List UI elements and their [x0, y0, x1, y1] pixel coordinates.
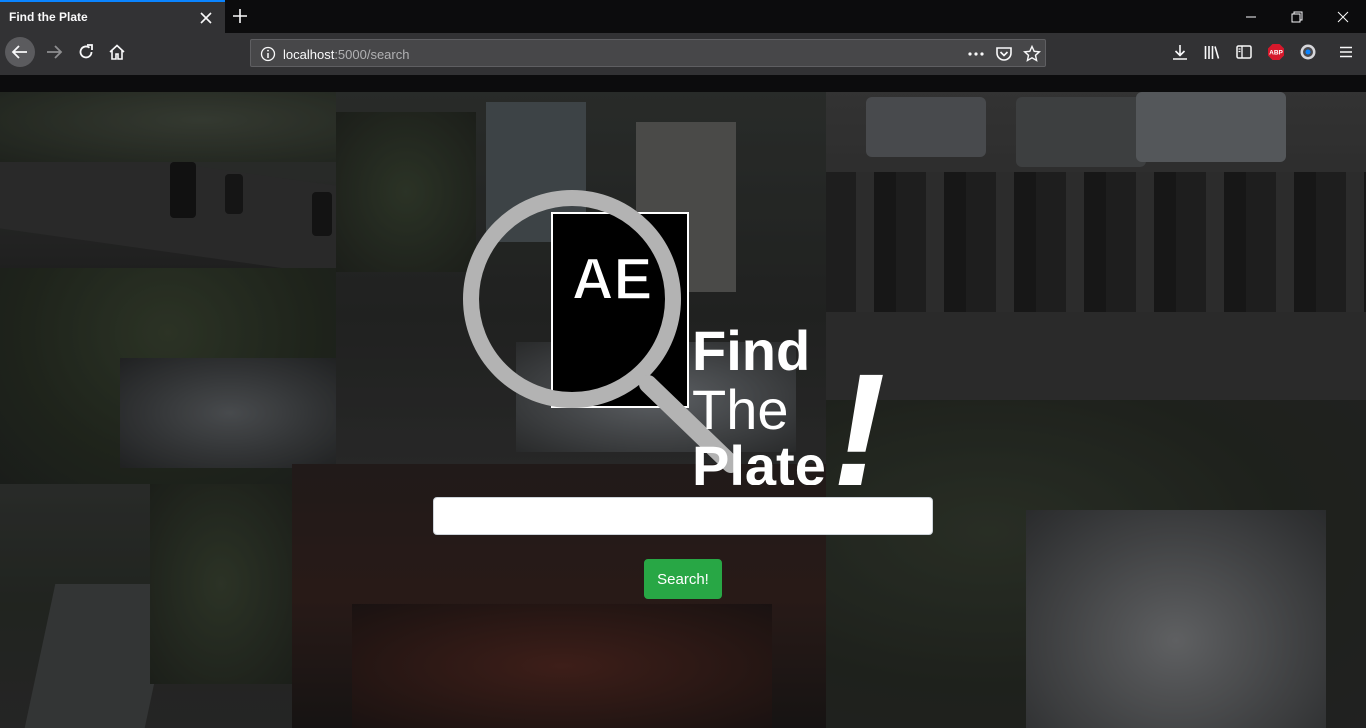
logo-word-plate: Plate — [692, 434, 826, 485]
sidebar-icon[interactable] — [1234, 42, 1254, 62]
tab-title: Find the Plate — [9, 10, 88, 24]
url-text[interactable]: localhost:5000/search — [283, 47, 409, 62]
logo-word-find: Find — [692, 319, 810, 382]
close-window-icon[interactable] — [1320, 0, 1366, 33]
downloads-icon[interactable] — [1170, 42, 1190, 62]
forward-arrow-icon[interactable] — [40, 38, 68, 66]
search-button[interactable]: Search! — [644, 559, 722, 599]
library-icon[interactable] — [1202, 42, 1222, 62]
minimize-icon[interactable] — [1228, 0, 1274, 33]
plate-text: AE — [572, 247, 653, 312]
page-content: AE Find The Plate ! Search! — [0, 92, 1366, 728]
active-tab[interactable]: Find the Plate — [0, 0, 225, 33]
home-icon[interactable] — [103, 38, 131, 66]
reload-icon[interactable] — [72, 38, 100, 66]
search-input[interactable] — [433, 497, 933, 535]
adblock-badge-text: ABP — [1269, 50, 1283, 57]
pocket-icon[interactable] — [995, 45, 1013, 63]
url-host: localhost — [283, 47, 335, 62]
bookmark-star-icon[interactable] — [1023, 45, 1041, 63]
tab-close-icon[interactable] — [198, 10, 214, 26]
new-tab-plus-icon[interactable] — [230, 6, 250, 26]
back-arrow-icon[interactable] — [5, 37, 35, 67]
restore-icon[interactable] — [1274, 0, 1320, 33]
tab-strip: Find the Plate — [0, 0, 1366, 33]
account-icon[interactable] — [1298, 42, 1318, 62]
site-info-icon[interactable] — [259, 45, 277, 63]
find-the-plate-logo: AE Find The Plate ! — [463, 190, 886, 485]
logo-word-the: The — [692, 378, 789, 441]
adblock-icon[interactable]: ABP — [1266, 42, 1286, 62]
nav-toolbar: localhost:5000/search ABP — [0, 33, 1366, 75]
url-path: :5000/search — [334, 47, 410, 62]
menu-hamburger-icon[interactable] — [1336, 42, 1356, 62]
url-bar[interactable]: localhost:5000/search — [250, 39, 1046, 67]
logo-exclamation: ! — [832, 340, 885, 485]
page-actions-icon[interactable] — [967, 45, 985, 63]
